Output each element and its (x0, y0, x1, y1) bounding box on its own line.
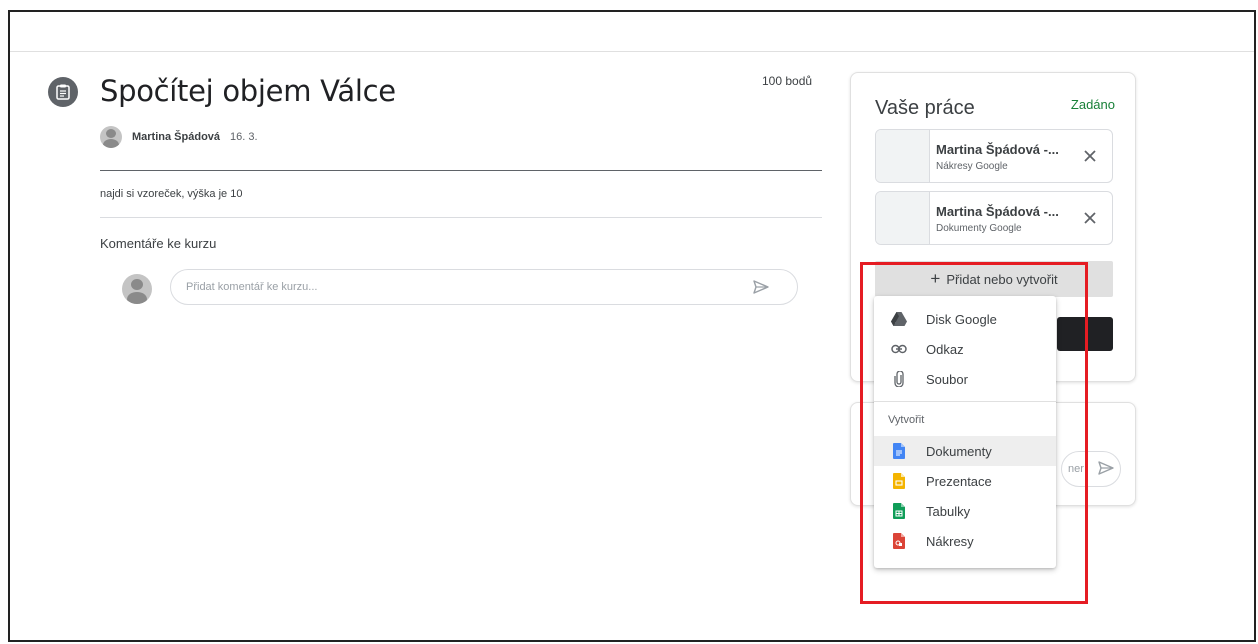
attachment-type: Dokumenty Google (936, 223, 1022, 234)
attachment-thumbnail (876, 130, 930, 182)
highlight-annotation (860, 262, 1088, 604)
assignment-title: Spočítej objem Válce (100, 74, 396, 108)
assignment-description: najdi si vzoreček, výška je 10 (100, 188, 243, 200)
class-comment-input[interactable] (170, 269, 798, 305)
user-avatar (122, 274, 152, 304)
author-avatar (100, 126, 122, 148)
author-name: Martina Špádová (132, 131, 221, 143)
divider (100, 217, 822, 218)
divider (100, 170, 822, 171)
attachment-card[interactable]: Martina Špádová -... Dokumenty Google (875, 191, 1113, 245)
status-badge: Zadáno (1070, 97, 1115, 112)
send-icon[interactable] (752, 278, 770, 296)
app-window: Spočítej objem Válce 100 bodů Martina Šp… (8, 10, 1256, 642)
attachment-type: Nákresy Google (936, 161, 1008, 172)
attachment-card[interactable]: Martina Špádová -... Nákresy Google (875, 129, 1113, 183)
close-icon[interactable] (1082, 148, 1098, 164)
attachment-name: Martina Špádová -... (936, 142, 1059, 157)
author-row: Martina Špádová 16. 3. (100, 126, 258, 148)
top-bar (10, 12, 1254, 52)
your-work-title: Vaše práce (875, 97, 975, 119)
attachment-thumbnail (876, 192, 930, 244)
attachment-name: Martina Špádová -... (936, 204, 1059, 219)
assignment-icon (48, 77, 78, 107)
send-icon[interactable] (1097, 459, 1115, 477)
class-comments-title: Komentáře ke kurzu (100, 236, 217, 251)
assignment-points: 100 bodů (762, 74, 813, 88)
post-date: 16. 3. (230, 131, 258, 143)
close-icon[interactable] (1082, 210, 1098, 226)
